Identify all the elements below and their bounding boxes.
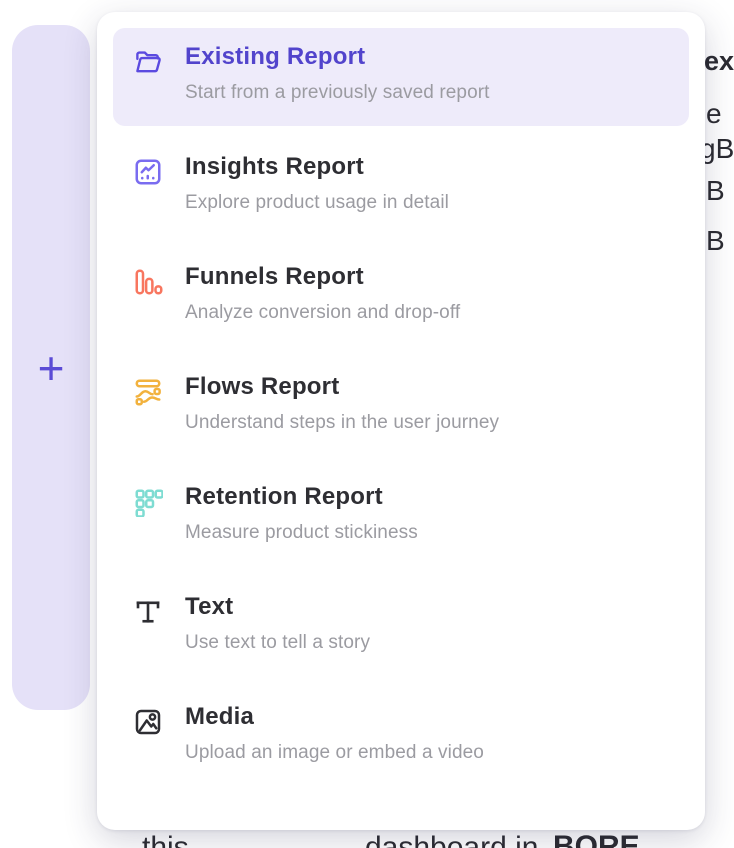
menu-item-subtitle: Use text to tell a story [185, 631, 370, 655]
bg-text-fragment: this [142, 831, 189, 848]
bg-text-fragment: B [706, 225, 725, 257]
plus-icon[interactable]: + [38, 345, 65, 391]
bg-text-fragment: B [706, 175, 725, 207]
menu-item-text[interactable]: Text Use text to tell a story [113, 578, 689, 676]
menu-item-funnels-report[interactable]: Funnels Report Analyze conversion and dr… [113, 248, 689, 346]
menu-item-insights-report[interactable]: Insights Report Explore product usage in… [113, 138, 689, 236]
screen: ex e gB B B this dashboard in BORE + Exi… [0, 0, 734, 848]
menu-item-subtitle: Explore product usage in detail [185, 191, 449, 215]
insights-chart-icon [131, 155, 165, 189]
menu-item-media[interactable]: Media Upload an image or embed a video [113, 688, 689, 786]
bg-text-fragment: BORE [553, 830, 640, 848]
menu-item-title: Text [185, 592, 370, 622]
menu-item-subtitle: Start from a previously saved report [185, 81, 490, 105]
add-card-rail: + [12, 25, 90, 710]
menu-item-subtitle: Analyze conversion and drop-off [185, 301, 460, 325]
menu-item-title: Insights Report [185, 152, 449, 182]
bg-text-fragment: gB [700, 133, 734, 165]
bg-text-fragment: ex [704, 46, 734, 77]
menu-item-retention-report[interactable]: Retention Report Measure product stickin… [113, 468, 689, 566]
menu-item-title: Flows Report [185, 372, 499, 402]
add-report-menu: Existing Report Start from a previously … [97, 12, 705, 830]
text-icon [131, 595, 165, 629]
menu-item-existing-report[interactable]: Existing Report Start from a previously … [113, 28, 689, 126]
funnel-bars-icon [131, 265, 165, 299]
menu-item-title: Media [185, 702, 484, 732]
bg-text-fragment: dashboard in [365, 831, 538, 848]
menu-item-title: Retention Report [185, 482, 418, 512]
menu-item-subtitle: Measure product stickiness [185, 521, 418, 545]
menu-item-title: Existing Report [185, 42, 490, 72]
bg-text-fragment: e [706, 98, 722, 130]
menu-item-flows-report[interactable]: Flows Report Understand steps in the use… [113, 358, 689, 456]
retention-grid-icon [131, 485, 165, 519]
media-image-icon [131, 705, 165, 739]
folder-open-icon [131, 45, 165, 79]
flows-icon [131, 375, 165, 409]
menu-item-title: Funnels Report [185, 262, 460, 292]
menu-item-subtitle: Understand steps in the user journey [185, 411, 499, 435]
menu-item-subtitle: Upload an image or embed a video [185, 741, 484, 765]
